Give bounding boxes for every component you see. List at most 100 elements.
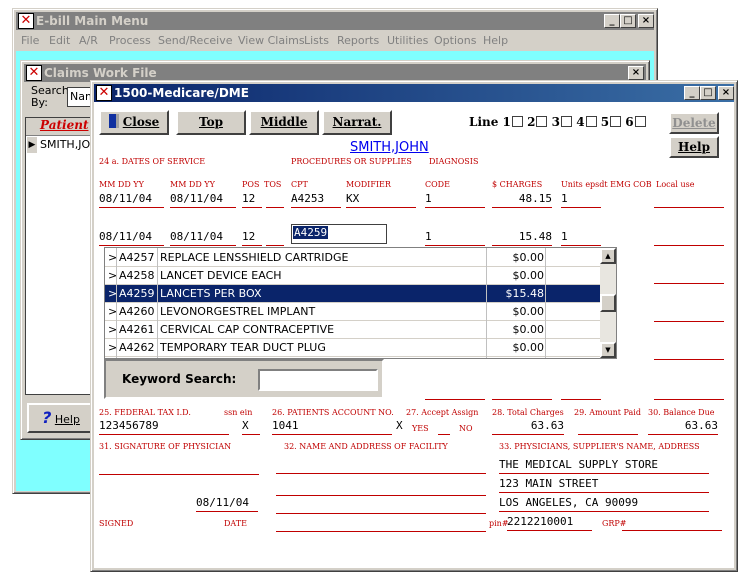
federal-tax-id-field[interactable]: 123456789: [99, 419, 229, 435]
line2-pos[interactable]: 12: [242, 230, 262, 246]
claims-row[interactable]: SMITH,JOI: [40, 138, 93, 151]
line2-tos[interactable]: [266, 230, 284, 246]
form-maximize-icon[interactable]: □: [700, 86, 716, 100]
close-icon[interactable]: ×: [638, 14, 654, 28]
supplier-addr1-field[interactable]: 123 MAIN STREET: [499, 477, 709, 493]
line6-units[interactable]: [561, 384, 601, 400]
form-minimize-icon[interactable]: _: [684, 86, 700, 100]
lookup-row[interactable]: > A4260 LEVONORGESTREL IMPLANT $0.00: [105, 303, 616, 321]
procedure-lookup-list[interactable]: > A4257 REPLACE LENSSHIELD CARTRIDGE $0.00…: [104, 247, 617, 359]
form-logo-icon: ✕: [96, 85, 112, 101]
pin-field[interactable]: 2212210001: [507, 515, 592, 531]
line2-cpt-input[interactable]: A4259: [291, 224, 387, 244]
line-4-checkbox[interactable]: [585, 116, 597, 127]
supplier-addr2-field[interactable]: LOS ANGELES, CA 90099: [499, 496, 709, 512]
line1-units[interactable]: 1: [561, 192, 601, 208]
top-button[interactable]: Top: [176, 110, 246, 135]
total-charges-field[interactable]: 63.63: [492, 419, 564, 435]
middle-button[interactable]: Middle: [249, 110, 319, 135]
line1-to-date[interactable]: 08/11/04: [170, 192, 236, 208]
line2-charges[interactable]: 15.48: [492, 230, 552, 246]
federal-tax-id-label: 25. FEDERAL TAX I.D.: [99, 408, 191, 417]
search-by-label: Search By:: [31, 84, 69, 109]
facility-line-3[interactable]: [276, 496, 486, 514]
facility-label: 32. NAME AND ADDRESS OF FACILITY: [284, 442, 448, 451]
line-1-checkbox[interactable]: [511, 116, 523, 127]
facility-line-1[interactable]: [276, 454, 486, 474]
line6-local-use[interactable]: [654, 384, 724, 400]
scroll-thumb[interactable]: [600, 294, 616, 312]
lookup-row[interactable]: > A4262 TEMPORARY TEAR DUCT PLUG $0.00: [105, 339, 616, 357]
claims-help-button[interactable]: ? Help: [27, 403, 95, 433]
amount-paid-field[interactable]: [578, 419, 638, 435]
line1-modifier[interactable]: KX: [346, 192, 416, 208]
menu-reports[interactable]: Reports: [337, 31, 379, 51]
lookup-row-selected[interactable]: > A4259 LANCETS PER BOX $15.48: [105, 285, 616, 303]
assign-yes[interactable]: YES: [412, 424, 429, 433]
menu-help[interactable]: Help: [483, 31, 508, 51]
facility-line-4[interactable]: [276, 516, 486, 532]
maximize-icon[interactable]: □: [620, 14, 636, 28]
line3-local-use[interactable]: [654, 268, 724, 284]
line1-cpt[interactable]: A4253: [291, 192, 341, 208]
line6-code[interactable]: [425, 384, 485, 400]
account-no-field[interactable]: 1041: [272, 419, 392, 435]
menu-options[interactable]: Options: [434, 31, 476, 51]
line1-charges[interactable]: 48.15: [492, 192, 552, 208]
line1-tos[interactable]: [266, 192, 284, 208]
menu-view-claims[interactable]: View Claims: [238, 31, 305, 51]
line-2-checkbox[interactable]: [536, 116, 548, 127]
line-5-checkbox[interactable]: [610, 116, 622, 127]
line4-local-use[interactable]: [654, 306, 724, 322]
lookup-row[interactable]: > A4257 REPLACE LENSSHIELD CARTRIDGE $0.00: [105, 249, 616, 267]
close-button[interactable]: Close: [99, 110, 169, 135]
form-close-icon[interactable]: ×: [718, 86, 734, 100]
lookup-scrollbar[interactable]: ▲ ▼: [600, 248, 616, 358]
line5-local-use[interactable]: [654, 344, 724, 360]
menu-file[interactable]: File: [21, 31, 39, 51]
scroll-up-icon[interactable]: ▲: [600, 248, 616, 264]
keyword-search-input[interactable]: [258, 369, 378, 391]
patient-column-header[interactable]: Patient: [26, 118, 96, 136]
delete-button[interactable]: Delete: [669, 112, 719, 134]
account-no-label: 26. PATIENTS ACCOUNT NO.: [272, 408, 394, 417]
help-button[interactable]: Help: [669, 136, 719, 158]
menu-process[interactable]: Process: [109, 31, 151, 51]
scroll-down-icon[interactable]: ▼: [600, 342, 616, 358]
lookup-row[interactable]: > A4258 LANCET DEVICE EACH $0.00: [105, 267, 616, 285]
assign-no[interactable]: NO: [459, 424, 473, 433]
balance-due-field[interactable]: 63.63: [648, 419, 718, 435]
menu-utilities[interactable]: Utilities: [387, 31, 428, 51]
line1-local-use[interactable]: [654, 192, 724, 208]
row-pointer-icon: ▶: [27, 137, 37, 153]
line2-local-use[interactable]: [654, 230, 724, 246]
lookup-row[interactable]: > A4261 CERVICAL CAP CONTRACEPTIVE $0.00: [105, 321, 616, 339]
line2-to-date[interactable]: 08/11/04: [170, 230, 236, 246]
line1-from-date[interactable]: 08/11/04: [99, 192, 164, 208]
menu-send-receive[interactable]: Send/Receive: [158, 31, 232, 51]
grp-field[interactable]: [622, 515, 722, 531]
minimize-icon[interactable]: _: [604, 14, 620, 28]
assign-x[interactable]: X: [396, 419, 403, 432]
line2-code[interactable]: 1: [425, 230, 485, 246]
line2-units[interactable]: 1: [561, 230, 601, 246]
claims-close-icon[interactable]: ×: [628, 66, 644, 80]
line1-code[interactable]: 1: [425, 192, 485, 208]
form-title-bar[interactable]: ✕ 1500-Medicare/DME _ □ ×: [94, 84, 734, 102]
line1-pos[interactable]: 12: [242, 192, 262, 208]
line6-charges[interactable]: [492, 384, 552, 400]
signature-line[interactable]: [99, 474, 259, 475]
main-title-bar[interactable]: ✕ E-bill Main Menu _ □ ×: [16, 12, 654, 30]
dates-of-service-label: 24 a. DATES OF SERVICE: [99, 157, 206, 166]
facility-line-2[interactable]: [276, 476, 486, 496]
line2-from-date[interactable]: 08/11/04: [99, 230, 164, 246]
menu-ar[interactable]: A/R: [79, 31, 98, 51]
signature-date-field[interactable]: 08/11/04: [196, 496, 258, 512]
menu-edit[interactable]: Edit: [49, 31, 70, 51]
menu-lists[interactable]: Lists: [304, 31, 329, 51]
line-3-checkbox[interactable]: [561, 116, 572, 127]
narrat-button[interactable]: Narrat.: [322, 110, 392, 135]
line-6-checkbox[interactable]: [634, 116, 646, 127]
ein-checkbox[interactable]: X: [242, 419, 260, 435]
supplier-name-field[interactable]: THE MEDICAL SUPPLY STORE: [499, 458, 709, 474]
